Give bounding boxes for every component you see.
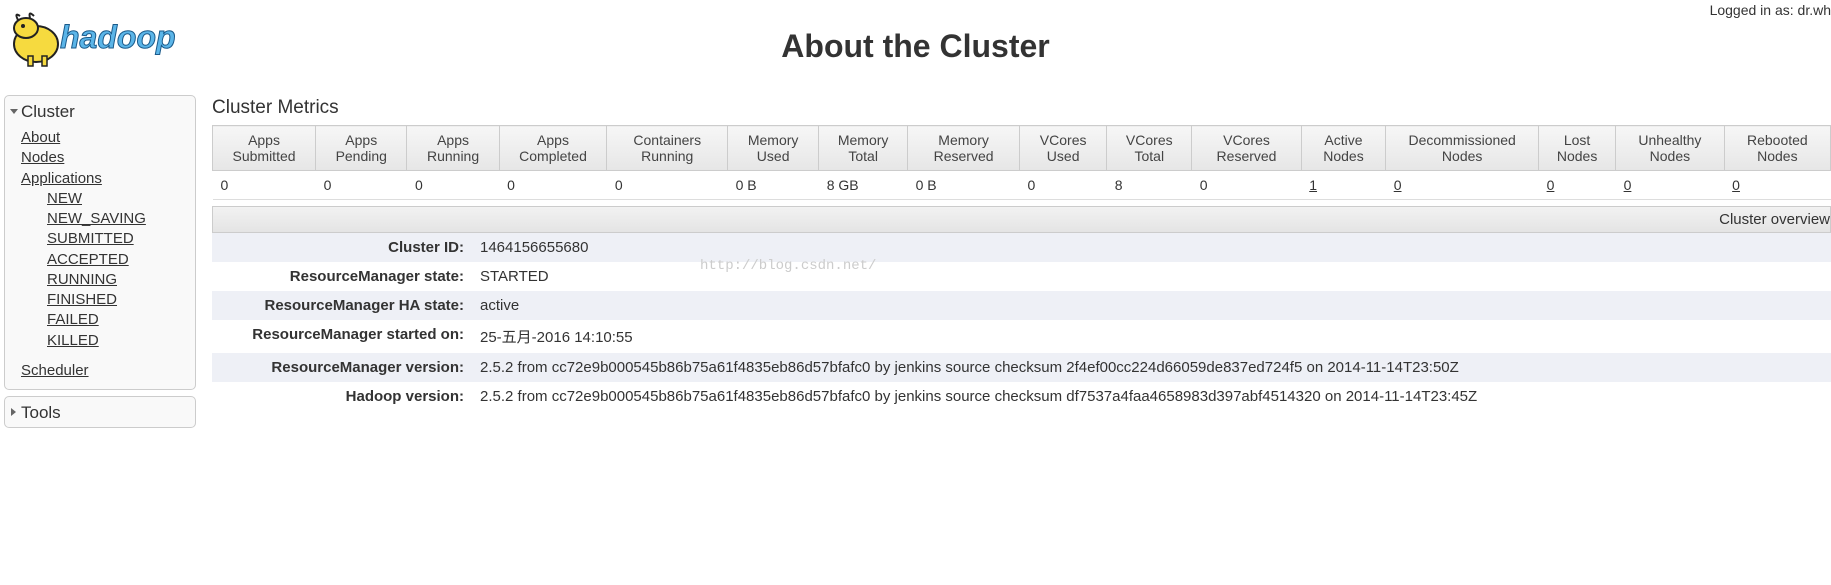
- sidebar-link-nodes[interactable]: Nodes: [21, 148, 187, 168]
- sidebar-section-tools[interactable]: Tools: [5, 397, 195, 427]
- overview-label: ResourceManager state:: [212, 262, 472, 291]
- metrics-col-header[interactable]: Memory Reserved: [908, 126, 1020, 171]
- metrics-cell: 0: [213, 171, 316, 200]
- metrics-cell: 0: [1386, 171, 1539, 200]
- metrics-cell: 0: [499, 171, 607, 200]
- sidebar-link-scheduler[interactable]: Scheduler: [21, 361, 187, 381]
- main-content: Cluster Metrics Apps SubmittedApps Pendi…: [200, 93, 1831, 434]
- metrics-col-header[interactable]: Active Nodes: [1301, 126, 1385, 171]
- overview-value: active: [472, 291, 1831, 320]
- sidebar-link-applications[interactable]: Applications: [21, 169, 187, 189]
- sidebar-appstate-submitted[interactable]: SUBMITTED: [47, 229, 187, 249]
- overview-row: ResourceManager version:2.5.2 from cc72e…: [212, 353, 1831, 382]
- overview-row: ResourceManager state:STARTED: [212, 262, 1831, 291]
- metrics-node-link[interactable]: 0: [1624, 177, 1632, 193]
- overview-value: 2.5.2 from cc72e9b000545b86b75a61f4835eb…: [472, 382, 1831, 411]
- table-row: 000000 B8 GB0 B08010000: [213, 171, 1831, 200]
- cluster-overview-bar: Cluster overview: [212, 206, 1831, 233]
- metrics-cell: 0: [1724, 171, 1830, 200]
- cluster-overview-table: Cluster ID:1464156655680ResourceManager …: [212, 233, 1831, 411]
- metrics-col-header[interactable]: VCores Total: [1107, 126, 1192, 171]
- metrics-node-link[interactable]: 0: [1394, 177, 1402, 193]
- sidebar-appstate-finished[interactable]: FINISHED: [47, 290, 187, 310]
- metrics-col-header[interactable]: Apps Submitted: [213, 126, 316, 171]
- metrics-cell: 0: [1539, 171, 1616, 200]
- overview-label: Hadoop version:: [212, 382, 472, 411]
- overview-label: ResourceManager started on:: [212, 320, 472, 353]
- metrics-cell: 1: [1301, 171, 1385, 200]
- metrics-node-link[interactable]: 1: [1309, 177, 1317, 193]
- metrics-col-header[interactable]: Decommissioned Nodes: [1386, 126, 1539, 171]
- metrics-col-header[interactable]: Apps Completed: [499, 126, 607, 171]
- metrics-cell: 0: [1020, 171, 1107, 200]
- metrics-cell: 0: [1192, 171, 1301, 200]
- overview-row: ResourceManager started on:25-五月-2016 14…: [212, 320, 1831, 353]
- metrics-cell: 0: [607, 171, 728, 200]
- metrics-col-header[interactable]: Rebooted Nodes: [1724, 126, 1830, 171]
- cluster-metrics-title: Cluster Metrics: [212, 97, 1831, 119]
- metrics-col-header[interactable]: Unhealthy Nodes: [1616, 126, 1725, 171]
- overview-row: ResourceManager HA state:active: [212, 291, 1831, 320]
- login-info: Logged in as: dr.wh: [1710, 2, 1831, 18]
- sidebar-appstate-killed[interactable]: KILLED: [47, 331, 187, 351]
- metrics-cell: 8 GB: [819, 171, 908, 200]
- cluster-metrics-table: Apps SubmittedApps PendingApps RunningAp…: [212, 125, 1831, 200]
- overview-value: STARTED: [472, 262, 1831, 291]
- overview-label: ResourceManager version:: [212, 353, 472, 382]
- sidebar-section-cluster[interactable]: Cluster: [5, 96, 195, 126]
- metrics-cell: 0: [316, 171, 407, 200]
- overview-value: 25-五月-2016 14:10:55: [472, 320, 1831, 353]
- metrics-col-header[interactable]: Apps Pending: [316, 126, 407, 171]
- sidebar-appstate-accepted[interactable]: ACCEPTED: [47, 250, 187, 270]
- login-user: dr.wh: [1798, 2, 1831, 18]
- metrics-cell: 0 B: [908, 171, 1020, 200]
- metrics-col-header[interactable]: Lost Nodes: [1539, 126, 1616, 171]
- overview-row: Hadoop version:2.5.2 from cc72e9b000545b…: [212, 382, 1831, 411]
- page-title: About the Cluster: [0, 28, 1831, 65]
- metrics-cell: 0: [407, 171, 499, 200]
- sidebar-appstate-new[interactable]: NEW: [47, 189, 187, 209]
- overview-label: Cluster ID:: [212, 233, 472, 262]
- sidebar: Cluster About Nodes Applications NEW NEW…: [0, 93, 200, 434]
- metrics-cell: 0 B: [728, 171, 819, 200]
- overview-value: 1464156655680: [472, 233, 1831, 262]
- overview-row: Cluster ID:1464156655680: [212, 233, 1831, 262]
- metrics-node-link[interactable]: 0: [1732, 177, 1740, 193]
- metrics-col-header[interactable]: VCores Used: [1020, 126, 1107, 171]
- login-prefix: Logged in as:: [1710, 2, 1798, 18]
- sidebar-appstate-running[interactable]: RUNNING: [47, 270, 187, 290]
- metrics-cell: 8: [1107, 171, 1192, 200]
- metrics-cell: 0: [1616, 171, 1725, 200]
- overview-label: ResourceManager HA state:: [212, 291, 472, 320]
- sidebar-link-about[interactable]: About: [21, 128, 187, 148]
- sidebar-appstate-failed[interactable]: FAILED: [47, 310, 187, 330]
- metrics-col-header[interactable]: VCores Reserved: [1192, 126, 1301, 171]
- sidebar-appstate-new-saving[interactable]: NEW_SAVING: [47, 209, 187, 229]
- overview-value: 2.5.2 from cc72e9b000545b86b75a61f4835eb…: [472, 353, 1831, 382]
- metrics-col-header[interactable]: Memory Used: [728, 126, 819, 171]
- metrics-col-header[interactable]: Apps Running: [407, 126, 499, 171]
- metrics-col-header[interactable]: Containers Running: [607, 126, 728, 171]
- metrics-node-link[interactable]: 0: [1547, 177, 1555, 193]
- metrics-col-header[interactable]: Memory Total: [819, 126, 908, 171]
